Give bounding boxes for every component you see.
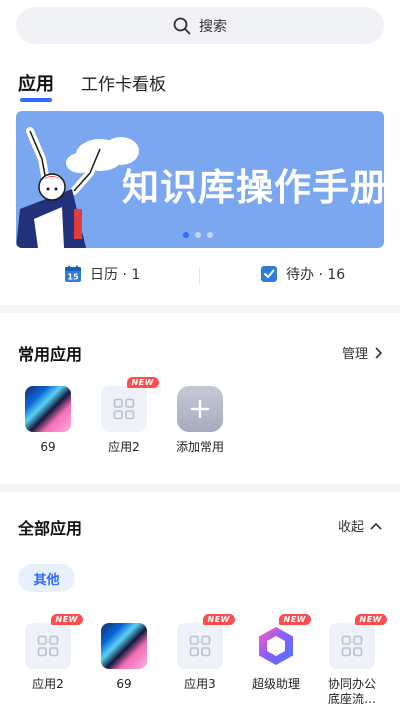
active-tab-indicator	[20, 98, 52, 102]
plus-icon	[177, 386, 223, 432]
svg-text:15: 15	[67, 273, 79, 282]
app-label: 应用2	[108, 440, 140, 454]
manage-button[interactable]: 管理	[342, 343, 382, 362]
app-69-icon	[25, 386, 71, 432]
tab-apps[interactable]: 应用	[18, 70, 54, 96]
section-separator	[0, 305, 400, 313]
new-badge: NEW	[50, 614, 83, 625]
search-placeholder: 搜索	[199, 18, 227, 35]
app-label: 应用2	[32, 677, 64, 691]
app-item-collab-office[interactable]: NEW 协同办公底座流…	[317, 614, 387, 707]
tab-work-card-board[interactable]: 工作卡看板	[81, 70, 166, 95]
add-common-app-button[interactable]: 添加常用	[165, 386, 235, 455]
app-item-69[interactable]: 69	[13, 386, 83, 455]
app-grid-icon: NEW	[25, 614, 83, 669]
todo-check-icon	[261, 266, 277, 282]
calendar-entry[interactable]: 15 日历 · 1	[64, 264, 140, 284]
new-badge: NEW	[202, 614, 235, 625]
search-bar[interactable]: 搜索	[16, 7, 384, 44]
chevron-right-icon	[375, 346, 382, 359]
app-grid-icon: NEW	[177, 614, 235, 669]
app-item-app3[interactable]: NEW 应用3	[165, 614, 235, 692]
banner-title: 知识库操作手册	[122, 166, 384, 209]
app-label: 超级助理	[251, 677, 300, 691]
carousel-dots	[183, 232, 213, 238]
carousel-dot[interactable]	[195, 232, 201, 238]
app-grid-icon: NEW	[329, 614, 387, 669]
search-icon	[173, 17, 191, 34]
app-item-app2[interactable]: NEW 应用2	[13, 614, 83, 692]
new-badge: NEW	[126, 377, 159, 388]
app-69-icon	[101, 623, 147, 669]
common-apps-title: 常用应用	[18, 345, 83, 364]
quick-entries: 15 日历 · 1 待办 · 16	[0, 258, 400, 294]
collapse-button[interactable]: 收起	[338, 516, 382, 535]
collapse-label: 收起	[337, 520, 364, 535]
all-apps-title: 全部应用	[18, 519, 83, 538]
app-label: 协同办公底座流…	[327, 677, 376, 706]
manage-label: 管理	[341, 347, 368, 362]
todo-label: 待办 · 16	[286, 267, 346, 283]
super-assistant-icon: NEW	[253, 614, 311, 669]
app-label: 应用3	[184, 677, 216, 691]
category-chip-other[interactable]: 其他	[18, 564, 75, 592]
calendar-label: 日历 · 1	[90, 267, 141, 283]
app-item-super-assistant[interactable]: NEW 超级助理	[241, 614, 311, 692]
section-separator	[0, 484, 400, 492]
carousel-dot-active[interactable]	[183, 232, 189, 238]
app-label: 69	[116, 677, 132, 691]
banner-carousel[interactable]: 知识库操作手册	[16, 111, 384, 248]
chevron-up-icon	[370, 522, 382, 530]
carousel-dot[interactable]	[207, 232, 213, 238]
app-grid-icon: NEW	[101, 377, 159, 432]
new-badge: NEW	[278, 614, 311, 625]
app-label: 添加常用	[175, 440, 224, 454]
calendar-icon: 15	[65, 265, 81, 282]
quick-divider	[199, 267, 200, 285]
todo-entry[interactable]: 待办 · 16	[260, 264, 345, 284]
app-label: 69	[40, 440, 56, 454]
new-badge: NEW	[354, 614, 387, 625]
app-item-69[interactable]: 69	[89, 623, 159, 692]
app-item-app2[interactable]: NEW 应用2	[89, 377, 159, 455]
